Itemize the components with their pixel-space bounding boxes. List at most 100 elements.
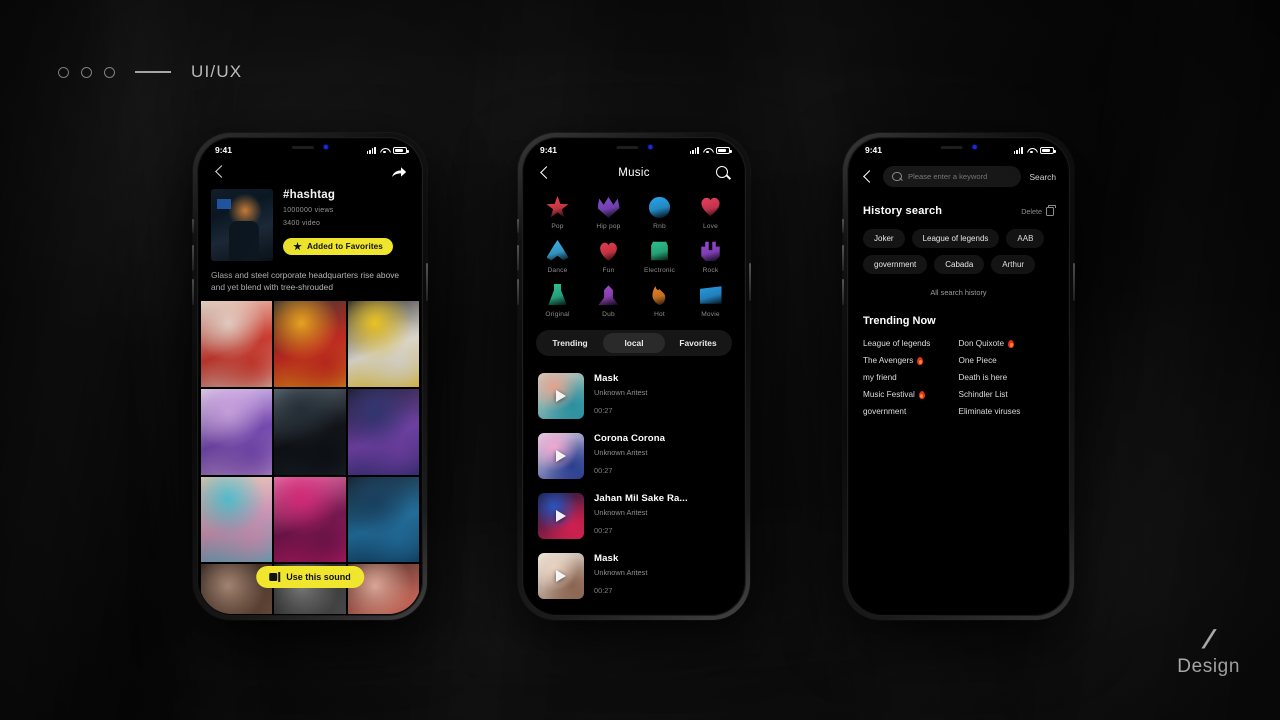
category-rock[interactable]: Rock <box>685 240 736 274</box>
history-chip[interactable]: government <box>863 255 928 274</box>
trending-item[interactable]: One Piece <box>959 356 1055 365</box>
amp-icon <box>651 241 668 261</box>
trending-item[interactable]: The Avengers <box>863 356 959 365</box>
track-artist: Unknown Aritest <box>594 448 648 457</box>
trending-label: League of legends <box>863 339 931 348</box>
use-this-sound-button[interactable]: Use this sound <box>256 566 364 588</box>
star-icon <box>546 196 569 218</box>
category-grid: Pop Hip pop Rnb Love Dance Fun Electronic Rock O… <box>524 192 744 328</box>
track-name: Corona Corona <box>594 433 666 444</box>
video-thumbnail[interactable] <box>274 388 346 475</box>
history-chip[interactable]: League of legends <box>911 229 1000 248</box>
category-dub[interactable]: Dub <box>583 284 634 318</box>
share-icon[interactable] <box>391 165 407 179</box>
nav-bar <box>199 157 421 189</box>
tab-favorites[interactable]: Favorites <box>667 333 729 353</box>
search-button[interactable]: Search <box>1029 172 1056 182</box>
history-chip[interactable]: Cabada <box>934 255 985 274</box>
volume-down-button[interactable] <box>517 279 519 305</box>
video-thumbnail[interactable] <box>274 476 346 563</box>
category-rnb[interactable]: Rnb <box>634 196 685 230</box>
category-fun[interactable]: Fun <box>583 240 634 274</box>
trending-label: The Avengers <box>863 356 914 365</box>
trending-item[interactable]: Don Quixote <box>959 339 1055 348</box>
volume-down-button[interactable] <box>842 279 844 305</box>
history-chip[interactable]: AAB <box>1006 229 1045 248</box>
volume-down-button[interactable] <box>192 279 194 305</box>
search-input[interactable]: Please enter a keyword <box>883 166 1022 187</box>
category-movie[interactable]: Movie <box>685 284 736 318</box>
screen-music: 9:41 Music Pop Hip pop Rnb Love Dance Fun Elec… <box>524 139 744 614</box>
circle-icon <box>104 66 115 78</box>
hashtag-views: 1000000 views <box>283 207 334 214</box>
video-thumbnail[interactable] <box>201 476 273 563</box>
volume-up-button[interactable] <box>192 245 194 271</box>
track-duration: 00:27 <box>594 466 613 475</box>
volume-up-button[interactable] <box>842 245 844 271</box>
trending-item[interactable]: League of legends <box>863 339 959 348</box>
back-chevron-icon[interactable] <box>861 170 875 184</box>
power-button[interactable] <box>749 263 751 301</box>
power-button[interactable] <box>426 263 428 301</box>
flame-icon <box>917 356 924 365</box>
tab-trending[interactable]: Trending <box>539 333 601 353</box>
video-thumbnail[interactable] <box>347 301 419 387</box>
track-artist: Unknown Aritest <box>594 388 648 397</box>
video-thumbnail[interactable] <box>347 476 419 563</box>
video-thumbnail[interactable] <box>201 388 273 475</box>
search-placeholder: Please enter a keyword <box>908 172 988 181</box>
search-bar: Please enter a keyword Search <box>849 157 1068 199</box>
video-thumbnail[interactable] <box>201 301 273 387</box>
history-chip[interactable]: Joker <box>863 229 905 248</box>
trending-item[interactable]: Death is here <box>959 373 1055 382</box>
category-original[interactable]: Original <box>532 284 583 318</box>
back-chevron-icon[interactable] <box>213 165 227 179</box>
mute-switch[interactable] <box>192 219 194 233</box>
trending-item[interactable]: Schindler List <box>959 390 1055 399</box>
trending-item[interactable]: my friend <box>863 373 959 382</box>
category-electronic[interactable]: Electronic <box>634 240 685 274</box>
category-hot[interactable]: Hot <box>634 284 685 318</box>
phone-bezel: 9:41 Please enter a keyword Search Histo… <box>847 137 1070 616</box>
back-chevron-icon[interactable] <box>538 166 552 180</box>
trending-item[interactable]: Eliminate viruses <box>959 407 1055 416</box>
track-row[interactable]: Jahan Mil Sake Ra... Unknown Aritest 00:27 <box>524 486 744 546</box>
power-button[interactable] <box>1073 263 1075 301</box>
category-label: Love <box>702 223 719 230</box>
category-pop[interactable]: Pop <box>532 196 583 230</box>
track-row[interactable]: Corona Corona Unknown Aritest 00:27 <box>524 426 744 486</box>
mute-switch[interactable] <box>842 219 844 233</box>
play-icon[interactable] <box>556 450 566 462</box>
track-artist: Unknown Aritest <box>594 508 648 517</box>
balloon-icon <box>598 240 620 262</box>
mic-icon <box>598 285 619 306</box>
track-name: Mask <box>594 553 619 564</box>
brand-label: UI/UX <box>191 62 243 81</box>
trending-item[interactable]: Music Festival <box>863 390 959 399</box>
mute-switch[interactable] <box>517 219 519 233</box>
poster-canvas: UI/UX 9:41 #hashtag 1000000 views 3400 v… <box>0 0 1280 720</box>
all-search-history-link[interactable]: All search history <box>849 274 1068 297</box>
play-icon[interactable] <box>556 510 566 522</box>
video-thumbnail[interactable] <box>347 388 419 475</box>
heart-icon <box>700 196 722 218</box>
status-time: 9:41 <box>540 145 558 155</box>
history-chip[interactable]: Arthur <box>991 255 1036 274</box>
tab-local[interactable]: local <box>603 333 665 353</box>
video-thumbnail[interactable] <box>274 301 346 387</box>
volume-up-button[interactable] <box>517 245 519 271</box>
category-dance[interactable]: Dance <box>532 240 583 274</box>
track-row[interactable]: Mask Unknown Aritest 00:27 <box>524 546 744 606</box>
category-hip-pop[interactable]: Hip pop <box>583 196 634 230</box>
track-row[interactable]: Mask Unknown Aritest 00:27 <box>524 366 744 426</box>
delete-history-button[interactable]: Delete <box>1021 204 1056 216</box>
play-icon[interactable] <box>556 390 566 402</box>
trending-item[interactable]: government <box>863 407 959 416</box>
search-icon[interactable] <box>716 166 730 180</box>
category-love[interactable]: Love <box>685 196 736 230</box>
status-time: 9:41 <box>865 145 883 155</box>
notch <box>583 139 685 155</box>
play-icon[interactable] <box>556 570 566 582</box>
slash-mark: / <box>1201 624 1216 654</box>
added-to-favorites-button[interactable]: Added to Favorites <box>283 238 393 255</box>
